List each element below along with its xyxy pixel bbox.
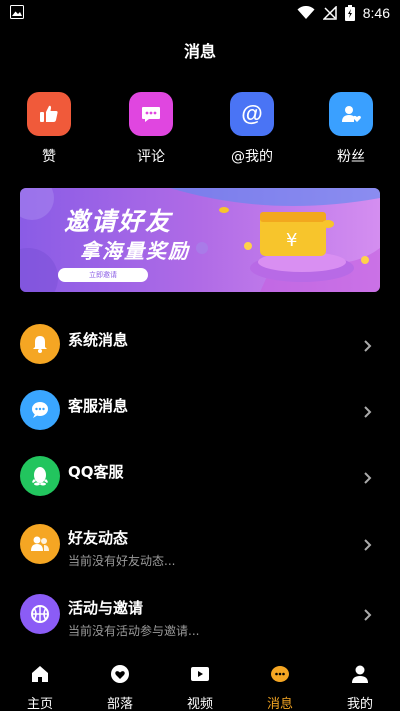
bottom-navigation: 主页 部落 视频 消息 我的 bbox=[0, 655, 400, 711]
list-item-subtitle: 当前没有活动参与邀请... bbox=[68, 624, 200, 638]
quick-action-fans[interactable]: 粉丝 bbox=[311, 92, 391, 166]
thumbs-up-icon bbox=[27, 92, 71, 136]
quick-action-label: @我的 bbox=[231, 149, 273, 165]
list-item-title: 好友动态 bbox=[68, 529, 129, 547]
chevron-right-icon bbox=[364, 609, 372, 621]
profile-icon bbox=[352, 665, 368, 683]
wifi-icon bbox=[297, 6, 315, 19]
page-title: 消息 bbox=[183, 42, 216, 61]
list-item-title: QQ客服 bbox=[68, 463, 124, 481]
list-item-system-messages[interactable]: 系统消息 bbox=[0, 314, 400, 374]
comment-icon bbox=[129, 92, 173, 136]
at-icon: @ bbox=[230, 92, 274, 136]
list-item-activities-invites[interactable]: 活动与邀请 当前没有活动参与邀请... bbox=[0, 584, 400, 644]
friends-icon bbox=[20, 524, 60, 564]
home-icon bbox=[32, 666, 48, 682]
nav-home[interactable]: 主页 bbox=[0, 663, 80, 711]
quick-action-label: 评论 bbox=[137, 149, 165, 165]
quick-action-likes[interactable]: 赞 bbox=[9, 92, 89, 166]
status-time: 8:46 bbox=[362, 5, 390, 21]
battery-charging-icon bbox=[344, 5, 355, 21]
image-icon bbox=[10, 5, 24, 19]
list-item-subtitle: 当前没有好友动态... bbox=[68, 554, 176, 568]
quick-action-label: 赞 bbox=[42, 149, 56, 165]
nav-label: 部落 bbox=[106, 697, 133, 711]
chevron-right-icon bbox=[364, 406, 372, 418]
bell-icon bbox=[20, 324, 60, 364]
chevron-right-icon bbox=[364, 340, 372, 352]
nav-label: 我的 bbox=[346, 697, 373, 711]
message-icon bbox=[271, 666, 289, 682]
nav-profile[interactable]: 我的 bbox=[320, 663, 400, 711]
banner-invite-button[interactable]: 立即邀请 bbox=[58, 268, 148, 282]
list-item-title: 活动与邀请 bbox=[68, 599, 144, 617]
nav-messages[interactable]: 消息 bbox=[240, 663, 320, 711]
quick-action-mentions[interactable]: @ @我的 bbox=[212, 92, 292, 166]
list-item-title: 客服消息 bbox=[68, 397, 129, 415]
nav-video[interactable]: 视频 bbox=[160, 663, 240, 711]
video-icon bbox=[191, 667, 209, 681]
list-item-friend-activity[interactable]: 好友动态 当前没有好友动态... bbox=[0, 512, 400, 572]
list-item-service-messages[interactable]: 客服消息 bbox=[0, 380, 400, 440]
chevron-right-icon bbox=[364, 472, 372, 484]
nav-label: 消息 bbox=[266, 697, 293, 711]
no-signal-icon bbox=[322, 6, 337, 20]
user-heart-icon bbox=[329, 92, 373, 136]
quick-action-label: 粉丝 bbox=[337, 149, 365, 165]
quick-actions: 赞 评论 @ @我的 粉丝 bbox=[0, 92, 400, 172]
invite-banner[interactable]: ¥ 邀请好友 拿海量奖励 立即邀请 bbox=[20, 188, 380, 292]
tribe-icon bbox=[111, 665, 129, 683]
qq-penguin-icon bbox=[20, 456, 60, 496]
basketball-icon bbox=[20, 594, 60, 634]
svg-text:¥: ¥ bbox=[286, 230, 297, 251]
status-bar: 8:46 bbox=[0, 0, 400, 26]
quick-action-comments[interactable]: 评论 bbox=[111, 92, 191, 166]
chat-bubble-icon bbox=[20, 390, 60, 430]
nav-label: 视频 bbox=[186, 697, 213, 711]
list-item-title: 系统消息 bbox=[68, 331, 129, 349]
chevron-right-icon bbox=[364, 539, 372, 551]
list-item-qq-service[interactable]: QQ客服 bbox=[0, 446, 400, 506]
nav-label: 主页 bbox=[26, 697, 53, 711]
nav-tribe[interactable]: 部落 bbox=[80, 663, 160, 711]
banner-title: 邀请好友 bbox=[64, 207, 173, 236]
banner-subtitle: 拿海量奖励 bbox=[80, 239, 190, 263]
